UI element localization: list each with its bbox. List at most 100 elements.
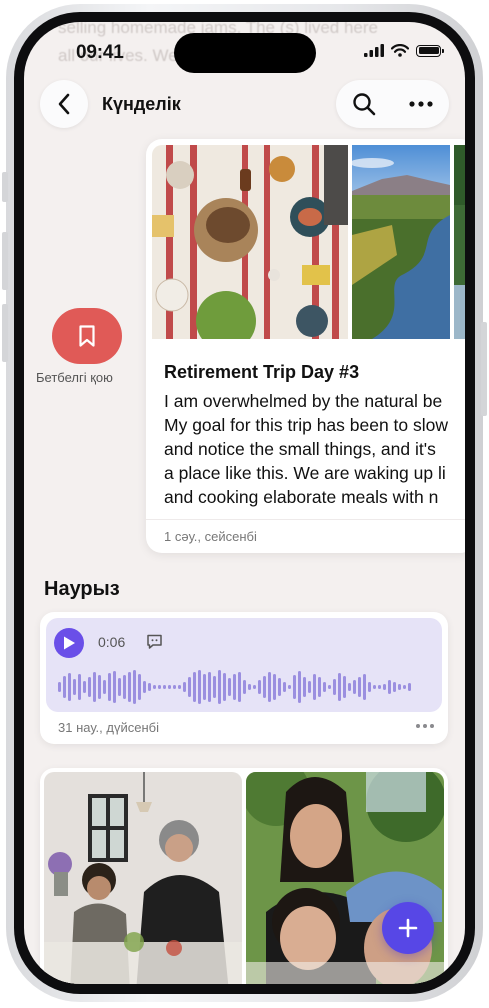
waveform-bar (348, 683, 351, 691)
waveform-bar (183, 682, 186, 692)
audio-entry-card[interactable]: 0:06 31 нау., дүйсенбі (40, 612, 448, 744)
waveform-bar (308, 681, 311, 693)
waveform-bar (338, 673, 341, 701)
waveform-bar (208, 672, 211, 702)
plus-icon (398, 918, 418, 938)
play-icon (64, 636, 75, 650)
search-button[interactable] (344, 84, 384, 124)
more-button[interactable] (401, 84, 441, 124)
volume-up-button (2, 232, 8, 290)
waveform-bar (118, 678, 121, 696)
waveform-bar (173, 685, 176, 689)
waveform-bar (103, 680, 106, 694)
photo-entry-card[interactable] (40, 768, 448, 984)
waveform-bar (368, 682, 371, 692)
photo-kitchen (44, 772, 242, 984)
audio-duration: 0:06 (98, 634, 126, 650)
audio-waveform[interactable] (58, 670, 430, 704)
audio-player: 0:06 (46, 618, 442, 712)
waveform-bar (73, 679, 76, 695)
waveform-bar (298, 671, 301, 703)
bookmark-button[interactable] (52, 308, 122, 364)
waveform-bar (143, 681, 146, 693)
waveform-bar (113, 671, 116, 703)
dynamic-island (174, 33, 316, 73)
battery-icon (416, 44, 444, 57)
waveform-bar (193, 672, 196, 702)
waveform-bar (238, 672, 241, 702)
photo-river-landscape (352, 145, 450, 339)
waveform-bar (168, 685, 171, 689)
photo-food-table (152, 145, 348, 339)
waveform-bar (158, 685, 161, 689)
screen: selling homemade jams. The (s) lived her… (24, 22, 465, 984)
status-icons (364, 44, 444, 57)
audio-date: 31 нау., дүйсенбі (58, 720, 159, 735)
back-button[interactable] (40, 80, 88, 128)
waveform-bar (318, 677, 321, 697)
waveform-bar (293, 675, 296, 699)
waveform-bar (358, 677, 361, 697)
waveform-bar (138, 674, 141, 700)
journal-entry-card[interactable]: Retirement Trip Day #3 I am overwhelmed … (146, 139, 465, 553)
waveform-bar (268, 672, 271, 702)
entry-body-line-5: and cooking elaborate meals with n (164, 487, 439, 507)
waveform-bar (68, 673, 71, 701)
waveform-bar (198, 670, 201, 704)
photo-forest (454, 145, 465, 339)
waveform-bar (248, 684, 251, 690)
waveform-bar (288, 685, 291, 689)
waveform-bar (363, 674, 366, 700)
signal-icon (364, 44, 384, 57)
card-divider (146, 519, 465, 520)
waveform-bar (313, 674, 316, 700)
waveform-bar (108, 673, 111, 701)
waveform-bar (403, 685, 406, 689)
waveform-bar (253, 685, 256, 689)
waveform-bar (188, 677, 191, 697)
waveform-bar (203, 674, 206, 700)
waveform-bar (93, 672, 96, 702)
waveform-bar (263, 676, 266, 698)
waveform-bar (343, 676, 346, 698)
entry-date: 1 сәу., сейсенбі (164, 529, 257, 544)
entry-body-line-4: a place like this. We are waking up li (164, 463, 446, 483)
waveform-bar (383, 684, 386, 690)
volume-down-button (2, 304, 8, 362)
waveform-bar (63, 676, 66, 698)
waveform-bar (218, 670, 221, 704)
waveform-bar (78, 674, 81, 700)
status-time: 09:41 (76, 42, 124, 63)
waveform-bar (123, 675, 126, 699)
waveform-bar (273, 674, 276, 700)
entry-title: Retirement Trip Day #3 (164, 362, 360, 382)
entry-body: I am overwhelmed by the natural be My go… (164, 389, 465, 509)
waveform-bar (128, 672, 131, 702)
waveform-bar (378, 685, 381, 689)
entry-body-line-2: My goal for this trip has been to slow (164, 415, 449, 435)
add-entry-button[interactable] (382, 902, 434, 954)
magnifier-icon (353, 93, 376, 116)
waveform-bar (133, 670, 136, 704)
play-button[interactable] (54, 628, 84, 658)
audio-more-button[interactable] (416, 724, 434, 728)
waveform-bar (323, 682, 326, 692)
waveform-bar (178, 685, 181, 689)
nav-actions (336, 80, 449, 128)
waveform-bar (228, 678, 231, 696)
waveform-bar (88, 677, 91, 697)
waveform-bar (388, 680, 391, 694)
section-title: Наурыз (44, 578, 120, 600)
waveform-bar (153, 685, 156, 689)
waveform-bar (213, 676, 216, 698)
speech-bubble-icon[interactable] (146, 634, 163, 650)
waveform-bar (163, 685, 166, 689)
action-button (2, 172, 8, 202)
waveform-bar (328, 685, 331, 689)
page-title: Күнделік (102, 94, 181, 114)
waveform-bar (373, 685, 376, 689)
waveform-bar (223, 673, 226, 701)
entry-body-line-1: I am overwhelmed by the natural be (164, 391, 443, 411)
waveform-bar (98, 675, 101, 699)
waveform-bar (233, 674, 236, 700)
